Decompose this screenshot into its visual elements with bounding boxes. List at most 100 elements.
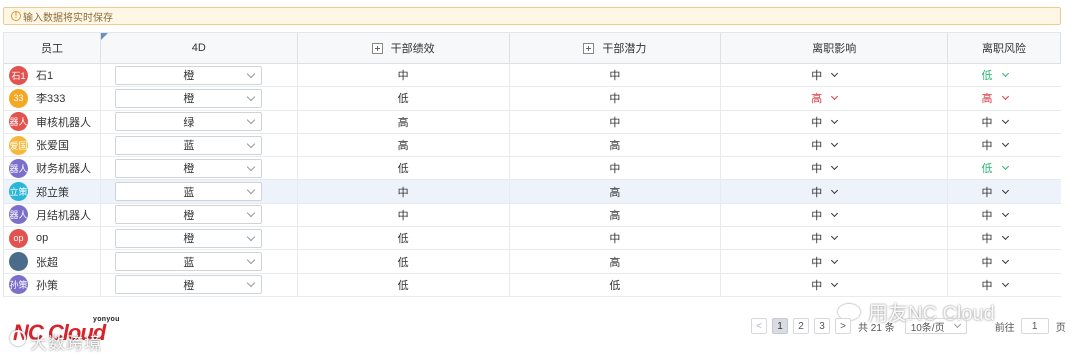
performance-cell: 低 [298, 227, 510, 250]
four-d-select[interactable]: 橙 [115, 65, 263, 85]
four-d-select[interactable]: 绿 [115, 112, 263, 132]
notice-text: 输入数据将实时保存 [23, 12, 113, 24]
next-page-button[interactable]: > [835, 318, 851, 334]
chevron-down-icon [247, 279, 256, 288]
table-row[interactable]: 石1 石1 橙中中中低 [4, 64, 1061, 88]
employee-cell: 张超 [4, 250, 101, 273]
four-d-select[interactable]: 橙 [115, 205, 263, 225]
chevron-down-icon [247, 162, 256, 172]
impact-select[interactable]: 中 [811, 207, 839, 223]
impact-cell: 中 [721, 64, 949, 87]
avatar: op [9, 228, 28, 248]
risk-select[interactable]: 中 [982, 207, 1009, 223]
table-row[interactable]: 立策 郑立策蓝中高中中 [4, 180, 1061, 204]
chevron-down-icon [831, 279, 839, 287]
impact-select[interactable]: 中 [811, 114, 839, 130]
risk-select[interactable]: 中 [982, 184, 1009, 200]
table-row[interactable]: op op 橙低中中中 [4, 227, 1061, 251]
employee-name: 张爱国 [36, 140, 69, 153]
four-d-select[interactable]: 蓝 [115, 182, 263, 202]
chevron-down-icon [1001, 93, 1009, 101]
prev-page-button[interactable]: < [751, 318, 767, 334]
table-row[interactable]: 器人 财务机器人橙低中中低 [4, 157, 1061, 181]
employee-name: 审核机器人 [36, 116, 91, 129]
avatar: 立策 [9, 182, 28, 202]
avatar [9, 252, 28, 272]
employee-name: 月结机器人 [36, 209, 91, 222]
performance-cell: 中 [298, 180, 510, 203]
four-d-select[interactable]: 蓝 [115, 252, 263, 272]
four-d-cell: 橙 [101, 203, 298, 227]
table-row[interactable]: 33 李333 橙 低中 高 高 [4, 87, 1061, 111]
table-row[interactable]: 器人 月结机器人橙中高中中 [4, 203, 1061, 228]
table-row[interactable]: 爱国 张爱国蓝高高中中 [4, 133, 1061, 158]
impact-cell: 中 [721, 227, 949, 250]
column-header-performance: 干部绩效 [298, 33, 510, 63]
employee-name: 郑立策 [36, 186, 69, 199]
avatar: 器人 [9, 112, 28, 132]
four-d-cell: 橙 [101, 87, 298, 110]
table-row[interactable]: 器人 审核机器人绿高中中中 [4, 110, 1061, 134]
chevron-down-icon [831, 70, 839, 78]
table-row[interactable]: 张超 蓝 低高 中 中 [4, 250, 1061, 274]
autosave-notice: ! 输入数据将实时保存 [3, 7, 1061, 25]
page-button-3[interactable]: 3 [814, 318, 830, 334]
page-button-1[interactable]: 1 [772, 318, 788, 334]
risk-cell: 高 [948, 87, 1061, 109]
four-d-select[interactable]: 橙 [115, 228, 263, 248]
jump-suffix: 页 [1055, 322, 1066, 334]
jump-page-input[interactable]: 1 [1020, 318, 1049, 334]
expand-plus-icon[interactable] [371, 42, 383, 54]
risk-select[interactable]: 高 [982, 90, 1009, 106]
risk-select[interactable]: 中 [982, 277, 1009, 293]
impact-select[interactable]: 中 [811, 184, 839, 200]
chevron-down-icon [1001, 186, 1009, 194]
impact-select[interactable]: 中 [811, 230, 839, 246]
risk-select[interactable]: 中 [982, 114, 1009, 130]
risk-select[interactable]: 低 [982, 67, 1009, 83]
performance-cell: 高 [298, 133, 510, 157]
avatar: 孙策 [9, 275, 28, 295]
table-row[interactable]: 孙策 孙策橙低低中中 [4, 273, 1061, 297]
performance-cell: 高 [298, 110, 510, 133]
column-header-potential: 干部潜力 [510, 33, 722, 63]
risk-select[interactable]: 中 [982, 254, 1009, 270]
chevron-down-icon [1001, 70, 1009, 78]
chevron-down-icon [831, 139, 839, 148]
avatar: 石1 [9, 65, 28, 85]
expand-plus-icon[interactable] [583, 42, 595, 54]
page-size-select[interactable]: 10条/页 [904, 318, 967, 334]
impact-select[interactable]: 中 [811, 254, 839, 270]
impact-cell: 中 [721, 157, 949, 180]
four-d-cell: 橙 [101, 273, 298, 296]
page-button-2[interactable]: 2 [793, 318, 809, 334]
risk-select[interactable]: 低 [982, 160, 1009, 176]
risk-select[interactable]: 中 [982, 230, 1009, 246]
risk-select[interactable]: 中 [982, 137, 1009, 153]
risk-cell: 中 [948, 180, 1061, 202]
four-d-cell: 橙 [101, 227, 298, 250]
chevron-down-icon [247, 232, 256, 241]
impact-select[interactable]: 中 [811, 160, 839, 176]
performance-cell: 低 [298, 87, 510, 110]
chevron-down-icon [1001, 209, 1009, 217]
impact-select[interactable]: 高 [811, 90, 839, 106]
chevron-down-icon [247, 115, 256, 125]
four-d-cell: 蓝 [101, 133, 298, 157]
four-d-select[interactable]: 橙 [115, 158, 263, 178]
four-d-cell: 绿 [101, 110, 298, 133]
employee-name: 孙策 [36, 279, 58, 292]
impact-select[interactable]: 中 [811, 277, 839, 293]
impact-cell: 中 [721, 250, 949, 273]
impact-select[interactable]: 中 [811, 137, 839, 153]
employee-cell: 器人 财务机器人 [4, 157, 101, 180]
four-d-select[interactable]: 橙 [115, 88, 263, 108]
four-d-cell: 蓝 [101, 250, 298, 273]
total-count: 共 21 条 [858, 322, 895, 334]
performance-cell: 低 [298, 250, 510, 273]
four-d-select[interactable]: 蓝 [115, 135, 263, 155]
risk-cell: 低 [948, 64, 1061, 86]
four-d-select[interactable]: 橙 [115, 275, 263, 295]
table-body: 石1 石1 橙中中中低 33 李333 橙低中高高器人 审核机器人绿高中中中爱国 张爱国蓝高高… [4, 64, 1061, 297]
impact-select[interactable]: 中 [811, 67, 839, 83]
